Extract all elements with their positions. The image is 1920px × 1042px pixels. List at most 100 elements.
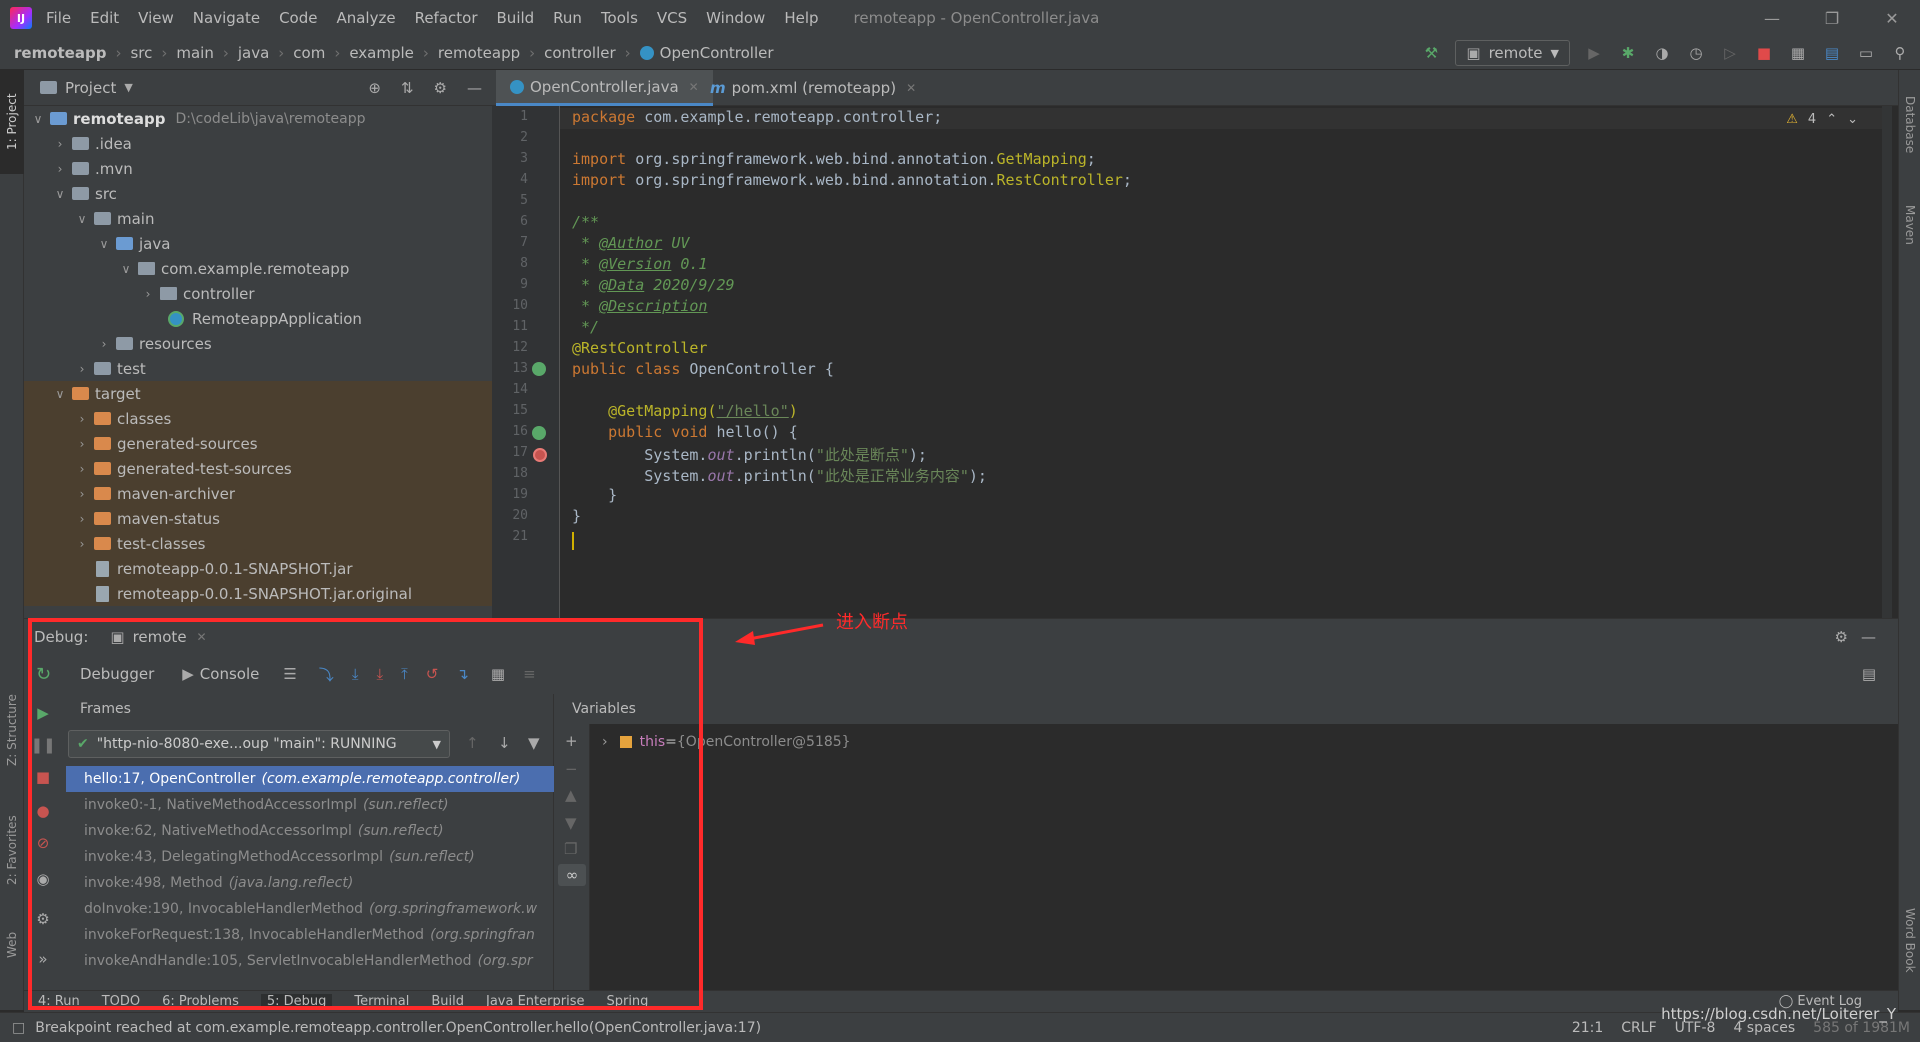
- web-tool-tab[interactable]: Web: [0, 920, 24, 970]
- hide-icon[interactable]: —: [467, 79, 482, 97]
- chevron-right-icon[interactable]: ›: [140, 287, 156, 301]
- menu-run[interactable]: Run: [553, 9, 582, 27]
- database-tool-tab[interactable]: Database: [1899, 80, 1920, 170]
- chevron-down-icon[interactable]: ∨: [96, 237, 112, 251]
- breadcrumb-remoteapp-pkg[interactable]: remoteapp: [438, 44, 520, 62]
- chevron-right-icon[interactable]: ›: [74, 437, 90, 451]
- inspection-widget[interactable]: ⚠ 4 ⌃ ⌄: [1786, 112, 1858, 127]
- tree-node-generated-test-sources[interactable]: › generated-test-sources: [24, 456, 492, 481]
- menu-tools[interactable]: Tools: [601, 9, 638, 27]
- tree-node-src[interactable]: ∨ src: [24, 181, 492, 206]
- breadcrumb-controller[interactable]: controller: [544, 44, 616, 62]
- menu-edit[interactable]: Edit: [90, 9, 119, 27]
- menu-view[interactable]: View: [138, 9, 174, 27]
- tree-node-test[interactable]: › test: [24, 356, 492, 381]
- layout-icon[interactable]: ▤: [1862, 665, 1876, 683]
- tree-node-resources[interactable]: › resources: [24, 331, 492, 356]
- chevron-down-icon[interactable]: ▼: [124, 81, 132, 94]
- chevron-right-icon[interactable]: ›: [74, 362, 90, 376]
- collapse-all-icon[interactable]: ⇅: [401, 79, 414, 97]
- run-icon[interactable]: ▶: [1584, 43, 1604, 63]
- breadcrumb-opencontroller[interactable]: OpenController: [660, 44, 774, 62]
- tree-node-root[interactable]: ∨ remoteapp D:\codeLib\java\remoteapp: [24, 106, 492, 131]
- tree-node-idea[interactable]: › .idea: [24, 131, 492, 156]
- menu-refactor[interactable]: Refactor: [415, 9, 478, 27]
- tree-node-maven-archiver[interactable]: › maven-archiver: [24, 481, 492, 506]
- chevron-right-icon[interactable]: ›: [74, 487, 90, 501]
- maven-tool-tab[interactable]: Maven: [1899, 190, 1920, 260]
- tree-node-mvn[interactable]: › .mvn: [24, 156, 492, 181]
- tree-node-package[interactable]: ∨ com.example.remoteapp: [24, 256, 492, 281]
- tree-node-target[interactable]: ∨ target: [24, 381, 492, 406]
- chevron-down-icon[interactable]: ∨: [52, 387, 68, 401]
- project-structure-icon[interactable]: ▦: [1788, 43, 1808, 63]
- chevron-down-icon[interactable]: ∨: [74, 212, 90, 226]
- menu-build[interactable]: Build: [497, 9, 535, 27]
- run-config-selector[interactable]: ▣ remote ▼: [1455, 40, 1570, 66]
- menu-analyze[interactable]: Analyze: [336, 9, 395, 27]
- chevron-down-icon[interactable]: ∨: [118, 262, 134, 276]
- tab-opencontroller[interactable]: OpenController.java ✕: [496, 70, 713, 106]
- close-icon[interactable]: ✕: [1872, 0, 1912, 36]
- chevron-right-icon[interactable]: ›: [96, 337, 112, 351]
- spring-bean-icon[interactable]: [532, 362, 546, 376]
- chevron-up-icon[interactable]: ⌃: [1826, 112, 1837, 127]
- translate-icon[interactable]: ▤: [1822, 43, 1842, 63]
- tree-node-controller[interactable]: › controller: [24, 281, 492, 306]
- editor-scrollbar[interactable]: [1882, 106, 1892, 618]
- tree-node-generated-sources[interactable]: › generated-sources: [24, 431, 492, 456]
- tab-pom[interactable]: m pom.xml (remoteapp) ✕: [696, 70, 930, 106]
- resume-icon[interactable]: ▷: [1720, 43, 1740, 63]
- tree-node-jar-original[interactable]: remoteapp-0.0.1-SNAPSHOT.jar.original: [24, 581, 492, 606]
- profile-icon[interactable]: ◷: [1686, 43, 1706, 63]
- tree-node-java[interactable]: ∨ java: [24, 231, 492, 256]
- breadcrumb-main[interactable]: main: [176, 44, 213, 62]
- chevron-right-icon[interactable]: ›: [74, 412, 90, 426]
- menu-window[interactable]: Window: [706, 9, 765, 27]
- chevron-right-icon[interactable]: ›: [52, 162, 68, 176]
- status-square-icon[interactable]: □: [12, 1020, 25, 1036]
- chevron-down-icon[interactable]: ⌄: [1847, 112, 1858, 127]
- search-icon[interactable]: ⚲: [1890, 43, 1910, 63]
- editor-gutter[interactable]: 1 2 3 4 5 6 7 8 9 10 11 12 13 14 15 16 1…: [492, 106, 560, 618]
- favorites-tool-tab[interactable]: 2: Favorites: [0, 800, 24, 900]
- chevron-down-icon[interactable]: ∨: [30, 112, 46, 126]
- locate-icon[interactable]: ⊕: [368, 79, 381, 97]
- caret-position[interactable]: 21:1: [1572, 1020, 1603, 1036]
- tree-node-classes[interactable]: › classes: [24, 406, 492, 431]
- breadcrumb-example[interactable]: example: [349, 44, 414, 62]
- tree-node-test-classes[interactable]: › test-classes: [24, 531, 492, 556]
- chevron-right-icon[interactable]: ›: [74, 462, 90, 476]
- menu-vcs[interactable]: VCS: [657, 9, 687, 27]
- tree-node-jar[interactable]: remoteapp-0.0.1-SNAPSHOT.jar: [24, 556, 492, 581]
- coverage-icon[interactable]: ◑: [1652, 43, 1672, 63]
- minimize-icon[interactable]: —: [1752, 0, 1792, 36]
- menu-file[interactable]: File: [46, 9, 71, 27]
- gear-icon[interactable]: ⚙: [1835, 628, 1848, 646]
- breakpoint-icon[interactable]: [533, 448, 547, 462]
- chevron-right-icon[interactable]: ›: [52, 137, 68, 151]
- breadcrumb-remoteapp[interactable]: remoteapp: [14, 44, 106, 62]
- debug-bug-icon[interactable]: ✱: [1618, 43, 1638, 63]
- structure-tool-tab[interactable]: Z: Structure: [0, 680, 24, 780]
- breadcrumb-java[interactable]: java: [238, 44, 269, 62]
- stop-icon[interactable]: ■: [1754, 43, 1774, 63]
- code-editor[interactable]: package com.example.remoteapp.controller…: [560, 106, 1898, 618]
- breadcrumb-com[interactable]: com: [293, 44, 325, 62]
- wordbook-tool-tab[interactable]: Word Book: [1899, 890, 1920, 990]
- chevron-down-icon[interactable]: ∨: [52, 187, 68, 201]
- breadcrumb-src[interactable]: src: [130, 44, 152, 62]
- window-layout-icon[interactable]: ▭: [1856, 43, 1876, 63]
- build-hammer-icon[interactable]: ⚒: [1421, 43, 1441, 63]
- menu-help[interactable]: Help: [784, 9, 818, 27]
- tree-node-remoteappapplication[interactable]: RemoteappApplication: [24, 306, 492, 331]
- spring-mapping-icon[interactable]: [532, 426, 546, 440]
- menu-code[interactable]: Code: [279, 9, 317, 27]
- gear-icon[interactable]: ⚙: [434, 79, 447, 97]
- hide-icon[interactable]: —: [1861, 628, 1876, 646]
- project-panel-title[interactable]: Project: [65, 79, 116, 97]
- tree-node-maven-status[interactable]: › maven-status: [24, 506, 492, 531]
- project-tool-tab[interactable]: 1: Project: [0, 70, 24, 174]
- chevron-right-icon[interactable]: ›: [74, 537, 90, 551]
- close-tab-icon[interactable]: ✕: [906, 81, 916, 95]
